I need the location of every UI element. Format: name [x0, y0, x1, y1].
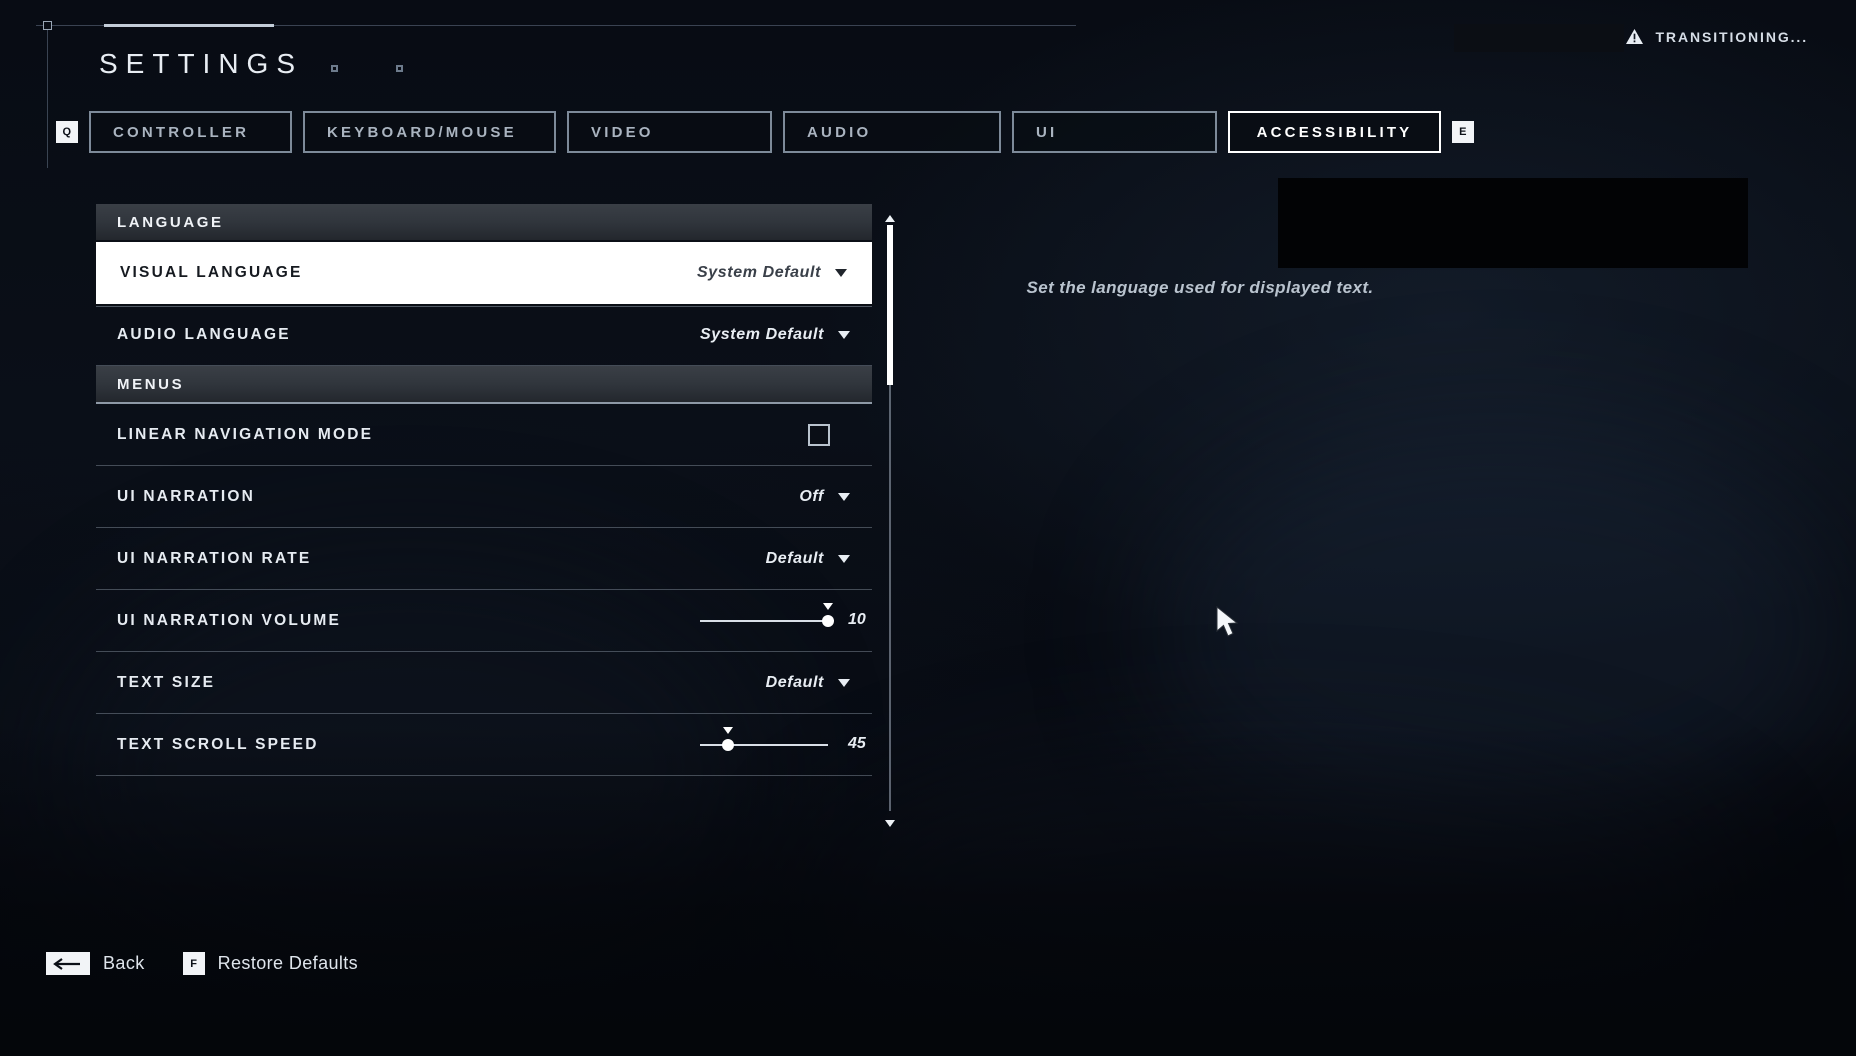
settings-tab-bar: Q CONTROLLER KEYBOARD/MOUSE VIDEO AUDIO … [56, 111, 1474, 153]
setting-row-ui-narration-volume[interactable]: UI NARRATION VOLUME 10 [96, 590, 872, 652]
next-tab-key-badge[interactable]: E [1452, 121, 1474, 143]
settings-scrollbar[interactable] [884, 209, 896, 827]
restore-key-badge[interactable]: F [182, 952, 205, 975]
chevron-down-icon[interactable] [835, 269, 847, 277]
slider-value: 45 [848, 734, 866, 752]
setting-value: System Default [700, 325, 824, 343]
tab-keyboard-mouse[interactable]: KEYBOARD/MOUSE [303, 111, 556, 153]
corner-node-decoration [43, 21, 52, 30]
back-button[interactable]: Back [46, 952, 145, 975]
setting-value: Default [765, 673, 824, 691]
section-title: MENUS [117, 375, 185, 393]
tab-accessibility[interactable]: ACCESSIBILITY [1228, 111, 1441, 153]
setting-row-text-scroll-speed[interactable]: TEXT SCROLL SPEED 45 [96, 714, 872, 776]
page-title: SETTINGS [99, 48, 304, 79]
setting-row-visual-language[interactable]: VISUAL LANGUAGE System Default [96, 242, 872, 304]
scroll-down-arrow-icon[interactable] [885, 820, 895, 827]
mouse-cursor [1216, 606, 1239, 637]
setting-label: UI NARRATION RATE [117, 549, 312, 567]
slider-track [700, 743, 828, 746]
tab-controller[interactable]: CONTROLLER [89, 111, 292, 153]
chevron-down-icon[interactable] [838, 678, 850, 687]
setting-label: AUDIO LANGUAGE [117, 325, 291, 343]
tab-audio[interactable]: AUDIO [783, 111, 1001, 153]
slider-ui-narration-volume[interactable]: 10 [700, 602, 866, 632]
slider-value: 10 [848, 610, 866, 628]
restore-defaults-button[interactable]: F Restore Defaults [182, 952, 359, 975]
back-label: Back [103, 953, 145, 973]
slider-notch-marker [823, 602, 833, 610]
slider-notch-marker [723, 726, 734, 734]
setting-value: Off [799, 487, 824, 505]
checkbox-linear-navigation-mode[interactable] [808, 423, 830, 446]
setting-label: UI NARRATION [117, 487, 256, 505]
setting-value: Default [765, 549, 824, 567]
restore-defaults-label: Restore Defaults [217, 953, 359, 973]
settings-list: LANGUAGE VISUAL LANGUAGE System Default … [96, 204, 872, 776]
setting-label: LINEAR NAVIGATION MODE [117, 425, 374, 443]
tab-video[interactable]: VIDEO [567, 111, 772, 153]
setting-label: VISUAL LANGUAGE [120, 264, 303, 281]
slider-handle[interactable] [722, 738, 735, 751]
section-header-language: LANGUAGE [96, 204, 872, 242]
setting-label: TEXT SIZE [117, 673, 216, 691]
status-text: TRANSITIONING... [1655, 28, 1808, 45]
setting-row-ui-narration-rate[interactable]: UI NARRATION RATE Default [96, 528, 872, 590]
section-header-menus: MENUS [96, 366, 872, 404]
chevron-down-icon[interactable] [838, 492, 850, 501]
slider-handle[interactable] [822, 614, 834, 627]
setting-label: TEXT SCROLL SPEED [117, 735, 319, 753]
corner-vertical-rule [47, 30, 48, 168]
prev-tab-key-badge[interactable]: Q [56, 121, 78, 143]
chevron-down-icon[interactable] [838, 330, 850, 339]
setting-row-linear-navigation-mode[interactable]: LINEAR NAVIGATION MODE [96, 404, 872, 466]
header-rule-highlight [104, 24, 274, 27]
setting-row-ui-narration[interactable]: UI NARRATION Off [96, 466, 872, 528]
title-dot-decoration [331, 65, 338, 72]
warning-triangle-icon [1626, 28, 1644, 45]
setting-value: System Default [697, 264, 821, 281]
tab-ui[interactable]: UI [1012, 111, 1217, 153]
title-dot-decoration [396, 65, 403, 72]
status-indicator: TRANSITIONING... [1625, 28, 1808, 45]
background-panel [1278, 178, 1748, 268]
scrollbar-thumb[interactable] [887, 225, 893, 385]
setting-row-text-size[interactable]: TEXT SIZE Default [96, 652, 872, 714]
setting-description: Set the language used for displayed text… [1026, 278, 1374, 297]
status-backdrop [1454, 24, 1624, 52]
footer-actions: Back F Restore Defaults [46, 952, 358, 975]
slider-track [700, 619, 828, 622]
chevron-down-icon[interactable] [838, 554, 850, 563]
scroll-up-arrow-icon[interactable] [885, 215, 895, 222]
backspace-arrow-icon[interactable] [46, 952, 90, 975]
section-title: LANGUAGE [117, 213, 224, 231]
slider-text-scroll-speed[interactable]: 45 [700, 726, 866, 756]
settings-screen: TRANSITIONING... SETTINGS Q CONTROLLER K… [0, 0, 1856, 1056]
setting-label: UI NARRATION VOLUME [117, 611, 342, 629]
setting-row-audio-language[interactable]: AUDIO LANGUAGE System Default [96, 304, 872, 366]
